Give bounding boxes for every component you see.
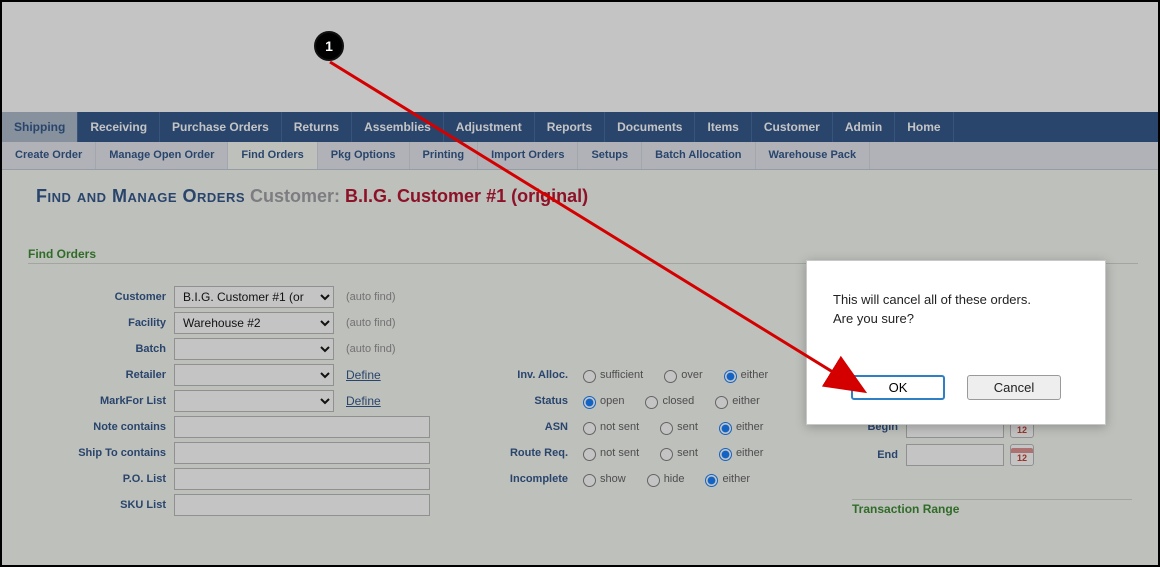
- route-notsent-radio[interactable]: [583, 448, 596, 461]
- subnav-batch-allocation[interactable]: Batch Allocation: [642, 142, 755, 169]
- annotation-badge-1: 1: [314, 31, 344, 61]
- markfor-select[interactable]: [174, 390, 334, 412]
- transaction-range-title: Transaction Range: [852, 502, 959, 516]
- subnav-create-order[interactable]: Create Order: [2, 142, 96, 169]
- facility-select[interactable]: Warehouse #2: [174, 312, 334, 334]
- nav-tab-reports[interactable]: Reports: [535, 112, 605, 142]
- subnav-pkg-options[interactable]: Pkg Options: [318, 142, 410, 169]
- incomplete-show-radio[interactable]: [583, 474, 596, 487]
- sku-input[interactable]: [174, 494, 430, 516]
- end-input[interactable]: [906, 444, 1004, 466]
- page-subtitle-customer: B.I.G. Customer #1 (original): [345, 186, 588, 206]
- shipto-input[interactable]: [174, 442, 430, 464]
- subnav-find-orders[interactable]: Find Orders: [228, 142, 317, 169]
- invalloc-either-radio[interactable]: [724, 370, 737, 383]
- dialog-message-line2: Are you sure?: [833, 311, 914, 326]
- filter-column: Customer B.I.G. Customer #1 (or (auto fi…: [42, 284, 452, 518]
- confirm-dialog: This will cancel all of these orders. Ar…: [806, 260, 1106, 425]
- po-label: P.O. List: [42, 473, 174, 485]
- facility-autofind: (auto find): [346, 317, 396, 329]
- nav-tab-admin[interactable]: Admin: [833, 112, 895, 142]
- nav-tab-customer[interactable]: Customer: [752, 112, 833, 142]
- nav-tab-receiving[interactable]: Receiving: [78, 112, 160, 142]
- subnav-manage-open-order[interactable]: Manage Open Order: [96, 142, 228, 169]
- main-nav: Shipping Receiving Purchase Orders Retur…: [2, 112, 1158, 142]
- subnav-import-orders[interactable]: Import Orders: [478, 142, 578, 169]
- po-input[interactable]: [174, 468, 430, 490]
- page-subtitle-label: Customer:: [250, 186, 340, 206]
- retailer-define-link[interactable]: Define: [346, 368, 381, 382]
- nav-tab-returns[interactable]: Returns: [282, 112, 352, 142]
- dialog-message-line1: This will cancel all of these orders.: [833, 292, 1031, 307]
- status-either-radio[interactable]: [715, 396, 728, 409]
- status-closed-radio[interactable]: [645, 396, 658, 409]
- incomplete-label: Incomplete: [482, 473, 578, 485]
- nav-tab-adjustment[interactable]: Adjustment: [444, 112, 535, 142]
- route-either-radio[interactable]: [719, 448, 732, 461]
- facility-label: Facility: [42, 317, 174, 329]
- customer-select[interactable]: B.I.G. Customer #1 (or: [174, 286, 334, 308]
- asn-notsent-radio[interactable]: [583, 422, 596, 435]
- asn-sent-radio[interactable]: [660, 422, 673, 435]
- incomplete-either-radio[interactable]: [705, 474, 718, 487]
- route-label: Route Req.: [482, 447, 578, 459]
- status-label: Status: [482, 395, 578, 407]
- invalloc-label: Inv. Alloc.: [482, 369, 578, 381]
- dialog-cancel-button[interactable]: Cancel: [967, 375, 1061, 400]
- retailer-label: Retailer: [42, 369, 174, 381]
- shipto-label: Ship To contains: [42, 447, 174, 459]
- nav-tab-purchase-orders[interactable]: Purchase Orders: [160, 112, 282, 142]
- nav-tab-shipping[interactable]: Shipping: [2, 112, 78, 142]
- batch-select[interactable]: [174, 338, 334, 360]
- note-label: Note contains: [42, 421, 174, 433]
- end-calendar-icon[interactable]: 12: [1010, 444, 1034, 466]
- nav-tab-documents[interactable]: Documents: [605, 112, 695, 142]
- end-label: End: [852, 449, 906, 461]
- subnav-printing[interactable]: Printing: [410, 142, 479, 169]
- batch-autofind: (auto find): [346, 343, 396, 355]
- radio-column: Inv. Alloc. sufficient over either Statu…: [482, 284, 822, 518]
- route-sent-radio[interactable]: [660, 448, 673, 461]
- invalloc-over-radio[interactable]: [664, 370, 677, 383]
- note-input[interactable]: [174, 416, 430, 438]
- nav-tab-home[interactable]: Home: [895, 112, 953, 142]
- nav-tab-assemblies[interactable]: Assemblies: [352, 112, 444, 142]
- page-heading: Find and Manage Orders Customer: B.I.G. …: [22, 182, 1138, 217]
- sub-nav: Create Order Manage Open Order Find Orde…: [2, 142, 1158, 170]
- page-title: Find and Manage Orders: [36, 186, 245, 206]
- customer-label: Customer: [42, 291, 174, 303]
- status-open-radio[interactable]: [583, 396, 596, 409]
- markfor-label: MarkFor List: [42, 395, 174, 407]
- retailer-select[interactable]: [174, 364, 334, 386]
- markfor-define-link[interactable]: Define: [346, 394, 381, 408]
- asn-label: ASN: [482, 421, 578, 433]
- asn-either-radio[interactable]: [719, 422, 732, 435]
- subnav-warehouse-pack[interactable]: Warehouse Pack: [756, 142, 871, 169]
- invalloc-sufficient-radio[interactable]: [583, 370, 596, 383]
- customer-autofind: (auto find): [346, 291, 396, 303]
- subnav-setups[interactable]: Setups: [578, 142, 642, 169]
- dialog-ok-button[interactable]: OK: [851, 375, 945, 400]
- incomplete-hide-radio[interactable]: [647, 474, 660, 487]
- batch-label: Batch: [42, 343, 174, 355]
- nav-tab-items[interactable]: Items: [695, 112, 751, 142]
- sku-label: SKU List: [42, 499, 174, 511]
